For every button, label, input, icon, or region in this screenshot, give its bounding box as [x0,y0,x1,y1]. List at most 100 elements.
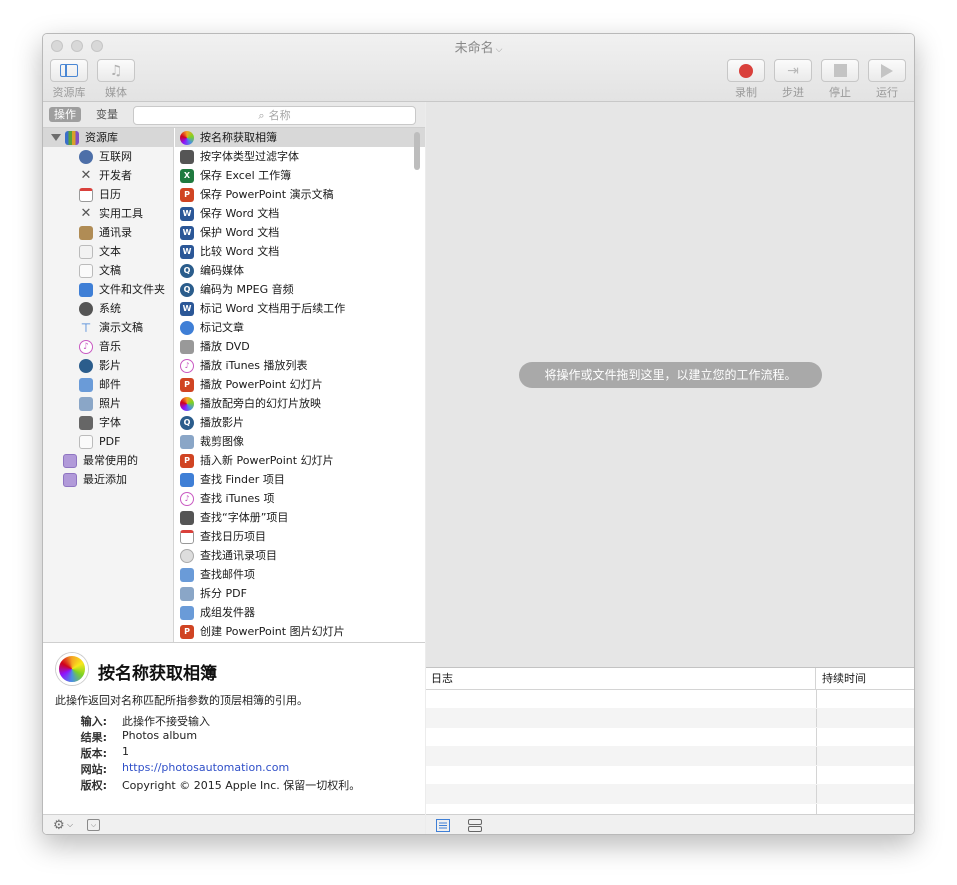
sidebar-item-files-folders[interactable]: 文件和文件夹 [43,280,173,299]
log-column-header[interactable]: 日志 [426,668,816,689]
sidebar-item-utilities[interactable]: ✕ 实用工具 [43,204,173,223]
sidebar-item-mail[interactable]: 邮件 [43,375,173,394]
step-icon: ⇥ [787,62,799,79]
sidebar-item-internet[interactable]: 互联网 [43,147,173,166]
tools-icon: ✕ [80,205,92,221]
disclosure-triangle-icon[interactable] [51,134,61,141]
sidebar-item-contacts[interactable]: 通讯录 [43,223,173,242]
run-button-label: 运行 [876,86,898,99]
workflow-canvas[interactable]: 将操作或文件拖到这里，以建立您的工作流程。 [426,102,914,668]
sidebar-item-presentations[interactable]: ⊤ 演示文稿 [43,318,173,337]
action-item[interactable]: X 保存 Excel 工作簿 [175,166,425,185]
sidebar-item-fonts[interactable]: 字体 [43,413,173,432]
window-title-text: 未命名 [454,41,494,56]
sidebar-group-label: 最常使用的 [83,454,138,467]
toggle-description-button[interactable]: ⌵ [87,819,100,831]
action-item[interactable]: 查找邮件项 [175,565,425,584]
record-button-label: 录制 [735,86,757,99]
action-item[interactable]: P 创建 PowerPoint 图片幻灯片 [175,622,425,641]
sidebar-item-label: 日历 [99,188,121,201]
list-view-icon[interactable] [436,819,450,832]
chevron-down-icon[interactable]: ⌵ [67,820,73,830]
window-title[interactable]: 未命名 ⌵ [43,37,914,56]
action-item[interactable]: 按字体类型过滤字体 [175,147,425,166]
action-label: 播放影片 [200,416,244,429]
sidebar-item-documents[interactable]: 文稿 [43,261,173,280]
toolbar: 未命名 ⌵ 资源库 ♫ 媒体 录制 ⇥ 步进 停止 运行 [43,34,914,102]
photos-icon [180,396,194,411]
library-root[interactable]: 资源库 [43,128,173,147]
sidebar-item-developer[interactable]: ✕ 开发者 [43,166,173,185]
action-item[interactable]: 查找日历项目 [175,527,425,546]
sidebar-item-photos[interactable]: 照片 [43,394,173,413]
detail-website-row: 网站: https://photosautomation.com [55,761,290,777]
media-button[interactable]: ♫ 媒体 [96,59,136,100]
action-item[interactable]: Q 编码媒体 [175,261,425,280]
action-item[interactable]: Q 播放影片 [175,413,425,432]
action-list: 按名称获取相簿 按字体类型过滤字体 X 保存 Excel 工作簿 P 保存 Powe… [175,128,425,642]
action-item[interactable]: W 比较 Word 文档 [175,242,425,261]
action-item[interactable]: P 插入新 PowerPoint 幻灯片 [175,451,425,470]
action-item[interactable]: P 播放 PowerPoint 幻灯片 [175,375,425,394]
action-item[interactable]: W 保护 Word 文档 [175,223,425,242]
split-view-icon[interactable] [468,819,482,832]
website-link[interactable]: https://photosautomation.com [122,761,289,777]
run-button[interactable]: 运行 [867,59,907,100]
action-item[interactable]: ♪ 查找 iTunes 项 [175,489,425,508]
sidebar-item-text[interactable]: 文本 [43,242,173,261]
action-item[interactable]: P 保存 PowerPoint 演示文稿 [175,185,425,204]
excel-icon: X [180,168,194,183]
action-item[interactable]: 播放 DVD [175,337,425,356]
contacts-icon [180,548,194,563]
library-button[interactable]: 资源库 [49,59,89,100]
tab-variables[interactable]: 变量 [91,107,123,122]
quicktime-icon [79,358,93,373]
action-item[interactable]: 播放配旁白的幻灯片放映 [175,394,425,413]
sidebar-group-recently-added[interactable]: 最近添加 [43,470,173,489]
duration-column-header[interactable]: 持续时间 [816,668,866,689]
action-item[interactable]: Q 编码为 MPEG 音频 [175,280,425,299]
action-list-scrollbar[interactable] [414,132,420,170]
action-item[interactable]: 拆分 PDF [175,584,425,603]
library-pane: 操作 变量 ⌕ 名称 资源库 互联网 ✕ 开发者 日历 ✕ 实用工具 通讯录 文本 文… [43,102,425,834]
finder-icon [79,282,93,297]
sidebar-item-system[interactable]: 系统 [43,299,173,318]
action-label: 查找通讯录项目 [200,549,277,562]
action-item[interactable]: 裁剪图像 [175,432,425,451]
tools-icon: ✕ [80,167,92,183]
sidebar-group-label: 最近添加 [83,473,127,486]
action-item[interactable]: 成组发件器 [175,603,425,622]
sidebar-item-calendar[interactable]: 日历 [43,185,173,204]
detail-version-row: 版本: 1 [55,745,129,761]
sidebar-item-pdf[interactable]: PDF [43,432,173,451]
tab-actions[interactable]: 操作 [49,107,81,122]
detail-value: 此操作不接受输入 [122,715,210,728]
stop-button[interactable]: 停止 [820,59,860,100]
search-input[interactable]: ⌕ 名称 [133,106,416,125]
action-item[interactable]: 查找“字体册”项目 [175,508,425,527]
log-row [426,709,914,728]
detail-copyright-row: 版权: Copyright © 2015 Apple Inc. 保留一切权利。 [55,777,361,793]
action-item[interactable]: 按名称获取相簿 [175,128,425,147]
automator-window: 未命名 ⌵ 资源库 ♫ 媒体 录制 ⇥ 步进 停止 运行 操作 变量 ⌕ 名称 … [42,33,915,835]
record-button[interactable]: 录制 [726,59,766,100]
action-item[interactable]: 查找通讯录项目 [175,546,425,565]
font-book-icon [180,149,194,164]
step-button[interactable]: ⇥ 步进 [773,59,813,100]
sidebar-item-movies[interactable]: 影片 [43,356,173,375]
action-label: 查找“字体册”项目 [200,511,289,524]
action-label: 拆分 PDF [200,587,247,600]
log-row [426,747,914,766]
action-label: 按字体类型过滤字体 [200,150,299,163]
action-item[interactable]: W 标记 Word 文档用于后续工作 [175,299,425,318]
document-icon [79,263,93,278]
action-item[interactable]: ♪ 播放 iTunes 播放列表 [175,356,425,375]
action-item[interactable]: 标记文章 [175,318,425,337]
action-item[interactable]: 查找 Finder 项目 [175,470,425,489]
word-icon: W [180,244,194,259]
sidebar-item-music[interactable]: ♪ 音乐 [43,337,173,356]
action-item[interactable]: W 保存 Word 文档 [175,204,425,223]
gear-icon[interactable]: ⚙ [53,818,65,833]
sidebar-group-most-used[interactable]: 最常使用的 [43,451,173,470]
action-label: 标记文章 [200,321,244,334]
